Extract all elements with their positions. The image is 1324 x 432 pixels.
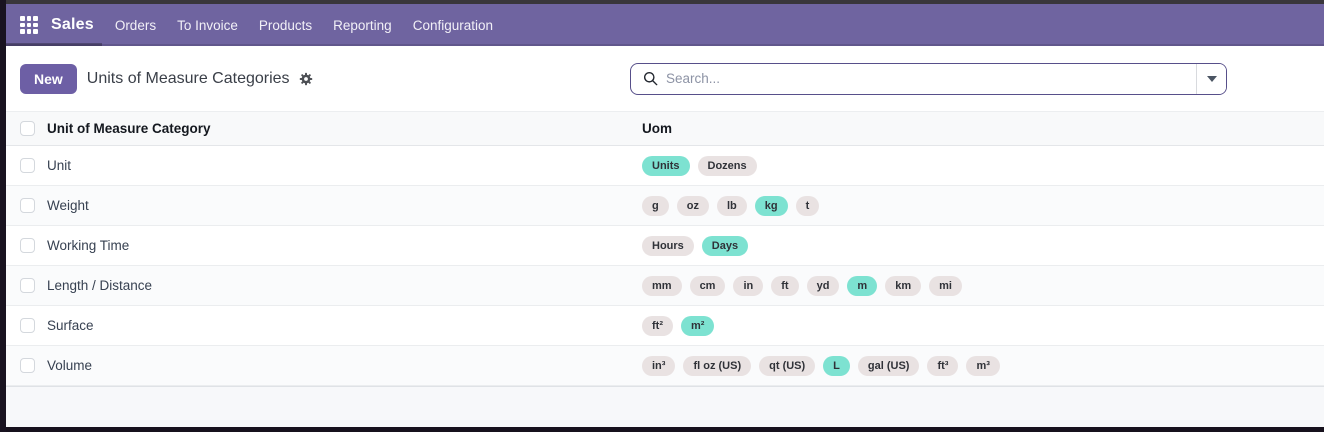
- nav-menu: Orders To Invoice Products Reporting Con…: [115, 18, 493, 33]
- category-cell: Surface: [47, 318, 94, 333]
- table-row[interactable]: Unit Units Dozens: [6, 146, 1324, 186]
- list-body: Unit Units Dozens Weight g oz lb kg t Working Tim…: [6, 146, 1324, 386]
- nav-item-products[interactable]: Products: [259, 18, 312, 33]
- table-row[interactable]: Length / Distance mm cm in ft yd m km mi: [6, 266, 1324, 306]
- app-window: Sales Orders To Invoice Products Reporti…: [6, 0, 1324, 432]
- uom-badge: m³: [966, 355, 1000, 376]
- uom-badge: qt (US): [759, 355, 816, 376]
- uom-badge: Units: [642, 155, 690, 176]
- window-bottom-edge: [6, 427, 1324, 432]
- apps-menu-icon[interactable]: [20, 16, 38, 34]
- table-row[interactable]: Surface ft² m²: [6, 306, 1324, 346]
- category-cell: Unit: [47, 158, 72, 173]
- uom-badge: lb: [716, 195, 747, 216]
- uom-badge: Days: [701, 235, 749, 256]
- uom-cell: ft² m²: [642, 315, 715, 336]
- column-header-category[interactable]: Unit of Measure Category: [47, 121, 642, 136]
- search-box: [630, 62, 1227, 95]
- app-brand-sales[interactable]: Sales: [51, 16, 94, 34]
- uom-badge: cm: [689, 275, 726, 296]
- row-checkbox[interactable]: [20, 318, 35, 333]
- row-checkbox[interactable]: [20, 158, 35, 173]
- table-row[interactable]: Weight g oz lb kg t: [6, 186, 1324, 226]
- nav-item-orders[interactable]: Orders: [115, 18, 156, 33]
- category-cell: Length / Distance: [47, 278, 153, 293]
- column-header-uom[interactable]: Uom: [642, 121, 672, 136]
- search-icon: [631, 71, 666, 86]
- search-input[interactable]: [666, 63, 1196, 94]
- gear-action-menu-button[interactable]: [299, 72, 313, 86]
- uom-badge: in³: [642, 355, 676, 376]
- uom-badge: Hours: [642, 235, 694, 256]
- row-checkbox[interactable]: [20, 278, 35, 293]
- uom-badge: m: [847, 275, 878, 296]
- uom-badge: Dozens: [697, 155, 757, 176]
- uom-badge: ft: [771, 275, 799, 296]
- table-row[interactable]: Volume in³ fl oz (US) qt (US) Lgal (US) ft³ m³: [6, 346, 1324, 386]
- uom-badge: yd: [806, 275, 840, 296]
- uom-badge: gal (US): [857, 355, 920, 376]
- uom-badge: ft²: [642, 315, 673, 336]
- uom-badge: mi: [929, 275, 962, 296]
- uom-badge: ft³: [927, 355, 959, 376]
- uom-cell: Hours Days: [642, 235, 749, 256]
- gear-icon: [299, 72, 312, 85]
- content-footer-area: [6, 386, 1324, 427]
- row-checkbox[interactable]: [20, 238, 35, 253]
- table-row[interactable]: Working Time Hours Days: [6, 226, 1324, 266]
- row-checkbox[interactable]: [20, 358, 35, 373]
- uom-badge: mm: [642, 275, 682, 296]
- uom-badge: fl oz (US): [683, 355, 752, 376]
- nav-item-configuration[interactable]: Configuration: [413, 18, 493, 33]
- control-panel: New Units of Measure Categories: [6, 46, 1324, 111]
- uom-badge: m²: [681, 315, 715, 336]
- list-header-row: Unit of Measure Category Uom: [6, 111, 1324, 146]
- window-left-edge: [0, 0, 6, 432]
- page-title: Units of Measure Categories: [86, 69, 290, 87]
- uom-cell: mm cm in ft yd m km mi: [642, 275, 962, 296]
- category-cell: Working Time: [47, 238, 130, 253]
- uom-cell: g oz lb kg t: [642, 195, 820, 216]
- new-button[interactable]: New: [20, 63, 77, 94]
- uom-cell: Units Dozens: [642, 155, 757, 176]
- uom-badge: t: [795, 195, 820, 216]
- chevron-down-icon: [1206, 75, 1217, 82]
- uom-badge: km: [885, 275, 922, 296]
- main-navbar: Sales Orders To Invoice Products Reporti…: [6, 4, 1324, 46]
- uom-badge: g: [642, 195, 669, 216]
- uom-badge: kg: [754, 195, 788, 216]
- uom-badge: L: [823, 355, 850, 376]
- search-dropdown-toggle[interactable]: [1196, 63, 1226, 94]
- uom-badge: in: [733, 275, 764, 296]
- select-all-checkbox[interactable]: [20, 121, 35, 136]
- uom-badge: oz: [676, 195, 709, 216]
- nav-item-reporting[interactable]: Reporting: [333, 18, 392, 33]
- nav-item-to-invoice[interactable]: To Invoice: [177, 18, 238, 33]
- category-cell: Volume: [47, 358, 93, 373]
- uom-cell: in³ fl oz (US) qt (US) Lgal (US) ft³ m³: [642, 355, 1000, 376]
- row-checkbox[interactable]: [20, 198, 35, 213]
- category-cell: Weight: [47, 198, 89, 213]
